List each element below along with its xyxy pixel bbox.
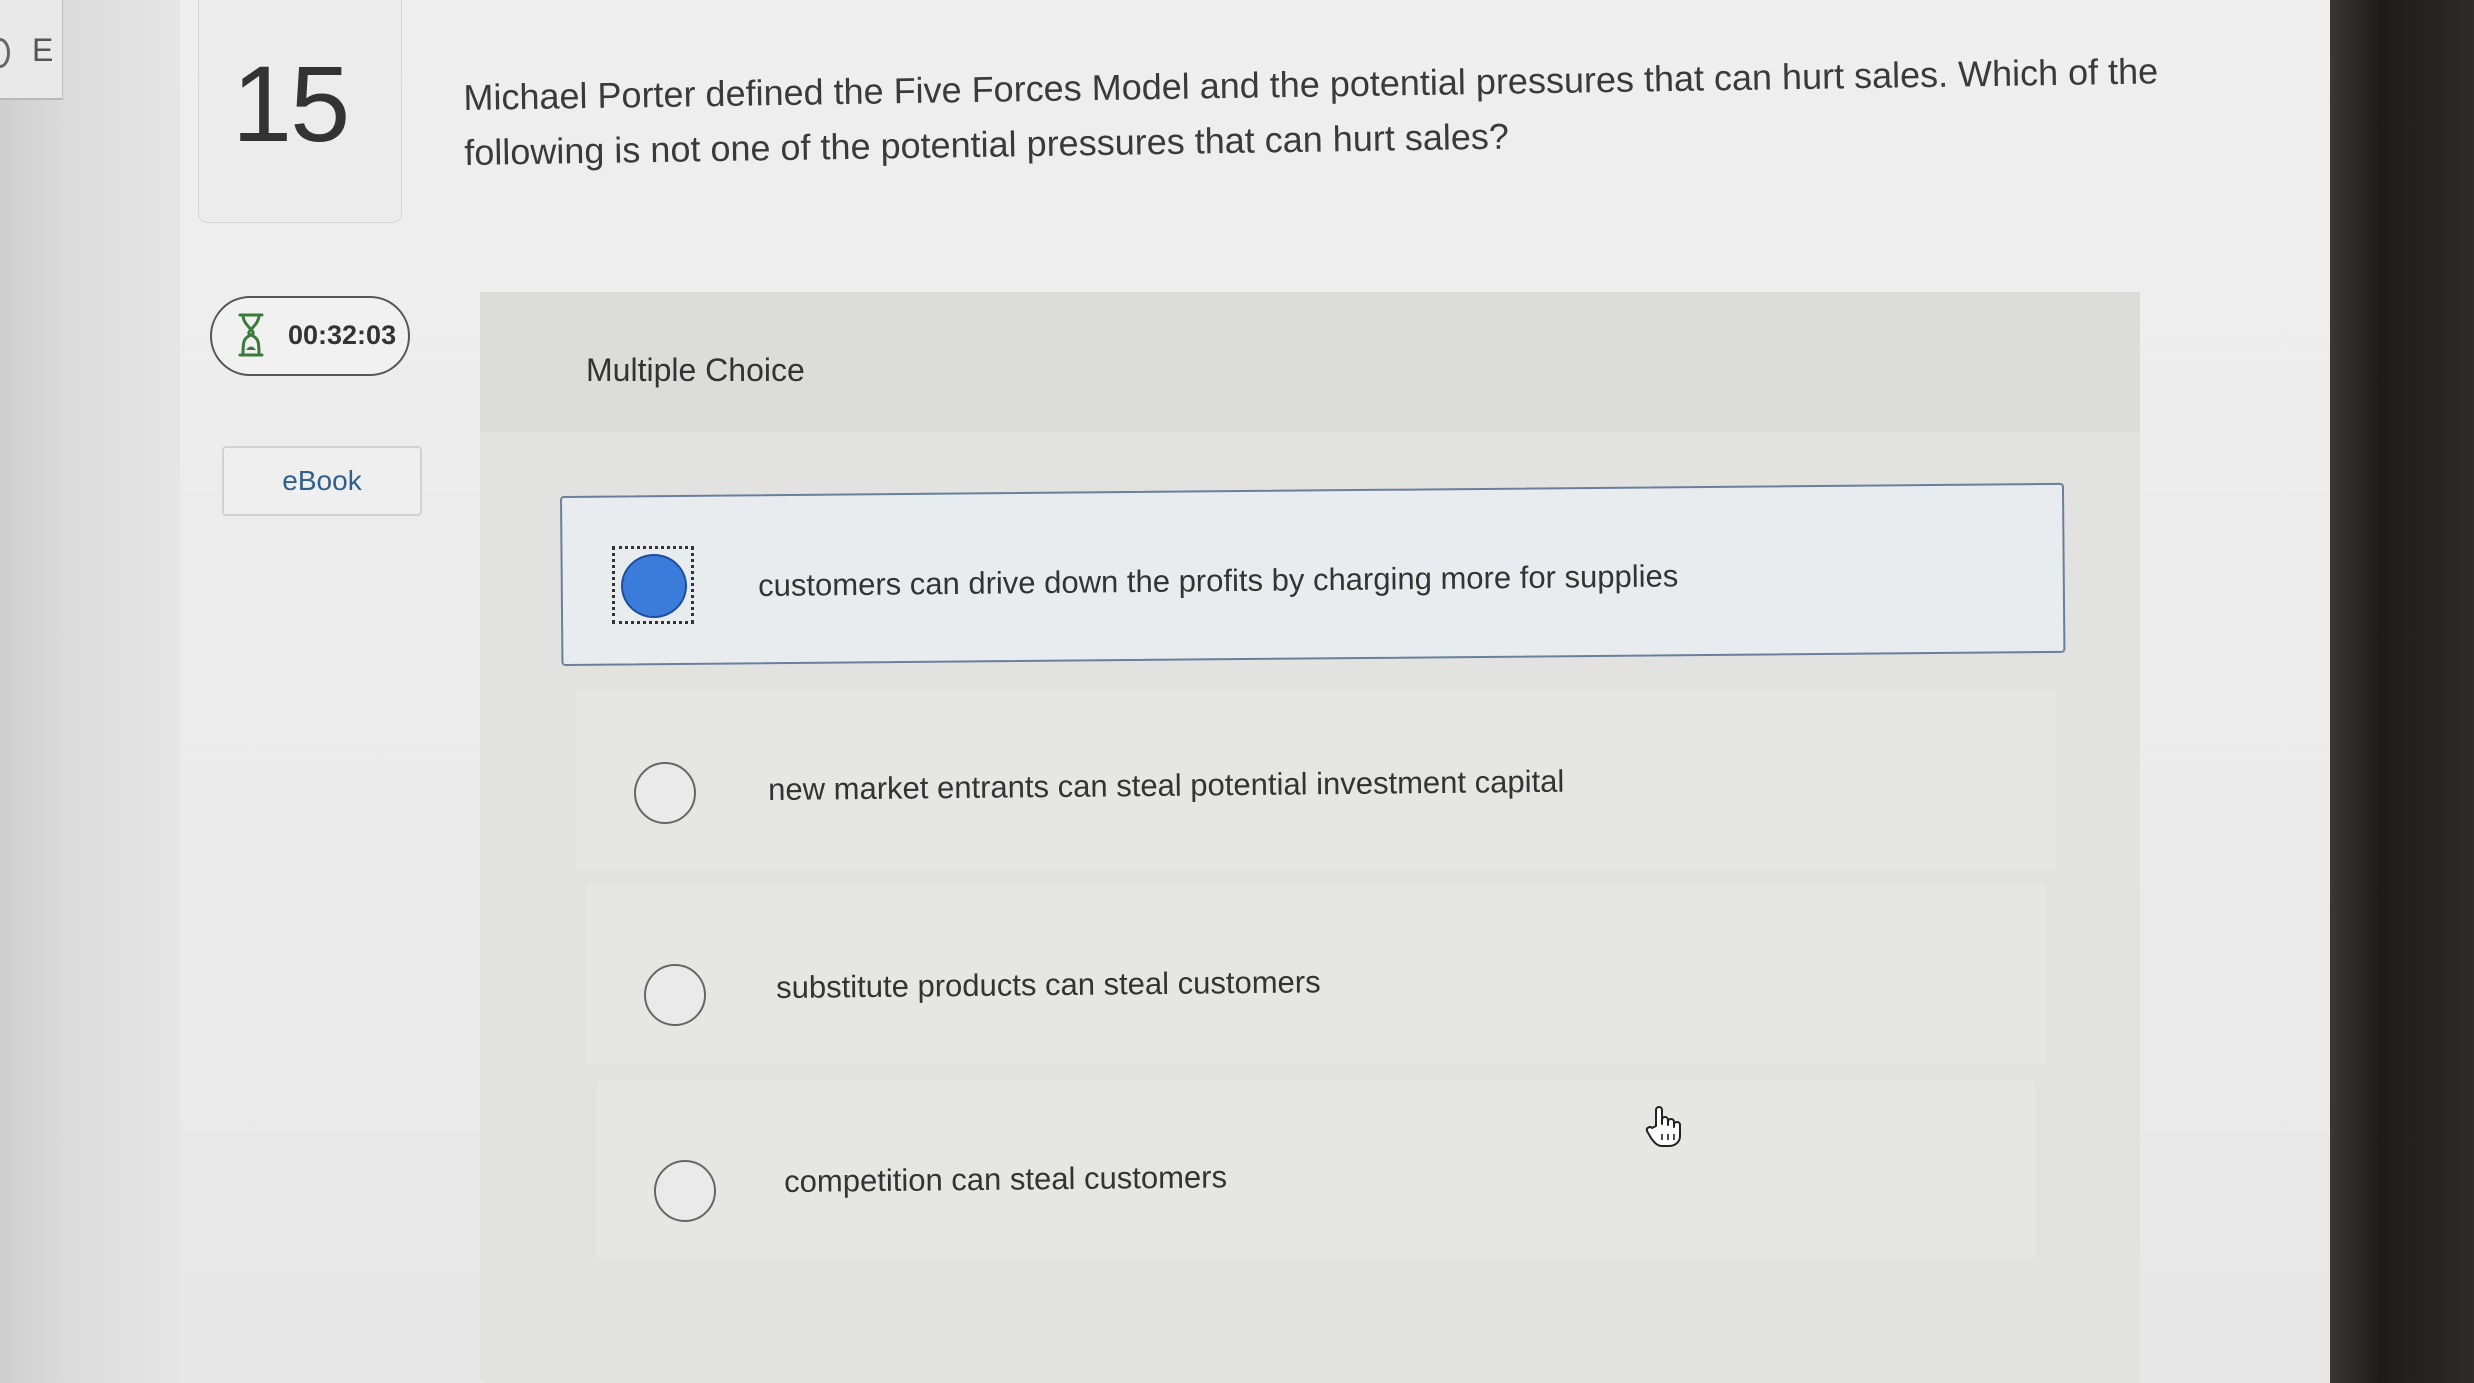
ebook-button[interactable]: eBook <box>222 446 422 516</box>
monitor-bezel <box>2330 0 2474 1383</box>
answer-option-4-radio[interactable] <box>654 1160 716 1222</box>
answer-option-1-radio[interactable] <box>612 546 694 624</box>
left-sidebar-strip <box>0 0 181 1383</box>
question-number: 15 <box>232 43 350 164</box>
answer-option-4-text: competition can steal customers <box>784 1159 1228 1199</box>
tab-circle-icon <box>0 38 10 68</box>
hand-cursor-icon <box>1645 1106 1681 1147</box>
answer-option-3-text: substitute products can steal customers <box>776 964 1321 1005</box>
timer-value: 00:32:03 <box>288 320 397 350</box>
multiple-choice-label: Multiple Choice <box>586 352 805 388</box>
answer-option-2-radio[interactable] <box>634 762 696 824</box>
previous-tab[interactable]: E <box>0 0 63 100</box>
hourglass-icon <box>238 313 264 357</box>
previous-tab-label: E <box>32 32 54 68</box>
timer-badge: 00:32:03 <box>210 296 410 376</box>
radio-selected-dot <box>621 554 687 618</box>
answer-option-3-radio[interactable] <box>644 964 706 1026</box>
